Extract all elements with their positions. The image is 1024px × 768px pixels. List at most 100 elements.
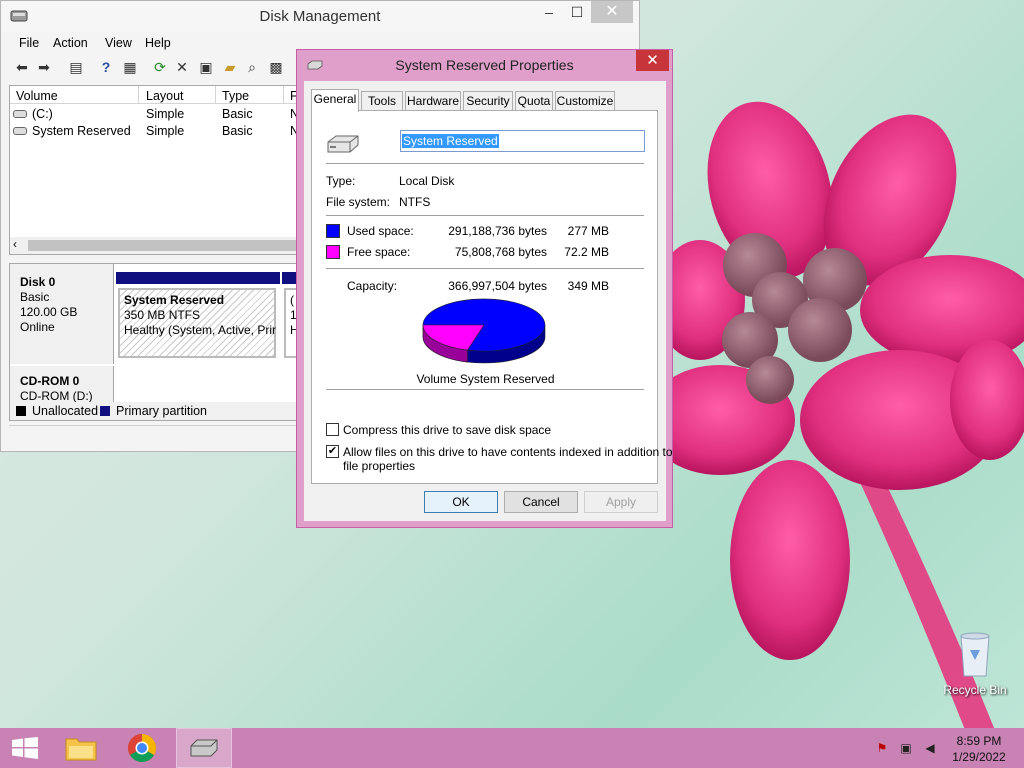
cdrom-drive: CD-ROM (D:) (20, 389, 93, 403)
cdrom0-label[interactable]: CD-ROM 0 CD-ROM (D:) (10, 366, 114, 403)
recycle-bin-icon (960, 632, 990, 677)
tab-quota[interactable]: Quota (515, 91, 553, 111)
disk-name: Disk 0 (20, 275, 56, 289)
volume-type: Basic (222, 107, 253, 121)
title-bar[interactable]: Disk Management – ☐ ✕ (1, 1, 639, 32)
partition-bar (116, 272, 280, 284)
index-checkbox[interactable]: ✔ (326, 445, 339, 458)
tab-hardware[interactable]: Hardware (405, 91, 461, 111)
partition-size: 350 MB NTFS (124, 308, 201, 322)
drive-icon (13, 110, 27, 118)
disk-management-taskbar-button[interactable] (176, 728, 232, 768)
delete-icon[interactable]: ✕ (173, 58, 191, 76)
properties-grid-icon[interactable]: ▦ (121, 58, 139, 76)
tab-security[interactable]: Security (463, 91, 513, 111)
unallocated-swatch (16, 406, 26, 416)
ok-button[interactable]: OK (424, 491, 498, 513)
legend-unallocated: Unallocated (32, 404, 99, 418)
console-tree-icon[interactable]: ▤ (67, 58, 85, 76)
dialog-body: General Tools Hardware Security Quota Cu… (304, 81, 673, 521)
menu-help[interactable]: Help (145, 36, 171, 50)
volume-name: (C:) (32, 107, 53, 121)
close-button[interactable]: ✕ (591, 1, 633, 23)
capacity-size: 349 MB (567, 279, 609, 293)
menu-action[interactable]: Action (53, 36, 88, 50)
open-folder-icon[interactable]: ▰ (221, 58, 239, 76)
close-button[interactable]: ✕ (636, 50, 669, 71)
capacity-label: Capacity: (347, 279, 398, 293)
disk-status: Online (20, 320, 55, 334)
disk-usage-pie-chart (422, 298, 546, 364)
clock[interactable]: 8:59 PM 1/29/2022 (944, 733, 1014, 765)
used-space-bytes: 291,188,736 bytes (448, 224, 547, 238)
clock-date: 1/29/2022 (952, 750, 1006, 764)
partition-name: System Reserved (124, 293, 225, 307)
cdrom-name: CD-ROM 0 (20, 374, 80, 388)
partition-health: Healthy (System, Active, Prir (124, 323, 277, 337)
divider (326, 215, 644, 216)
column-type[interactable]: Type (222, 89, 249, 103)
clock-time: 8:59 PM (956, 734, 1002, 748)
general-panel: System Reserved Type: Local Disk File sy… (311, 110, 673, 484)
cancel-button[interactable]: Cancel (504, 491, 578, 513)
volume-layout: Simple (146, 124, 185, 138)
action-center-flag-icon[interactable]: ⚑ (874, 740, 890, 756)
disk-management-icon (190, 739, 218, 757)
back-arrow-icon[interactable]: ⬅ (13, 58, 31, 76)
recycle-bin[interactable]: Recycle Bin (940, 630, 1010, 700)
partition-letter: ( (290, 293, 294, 307)
minimize-button[interactable]: – (535, 1, 563, 23)
windows-logo-icon (12, 737, 38, 759)
folder-icon (65, 738, 97, 761)
volume-muted-icon[interactable]: ◀ (922, 740, 938, 756)
tab-tools[interactable]: Tools (361, 91, 403, 111)
index-label-line1[interactable]: Allow files on this drive to have conten… (343, 445, 673, 459)
used-space-label: Used space: (347, 224, 414, 238)
start-button[interactable] (0, 728, 52, 768)
scroll-left-icon[interactable]: ‹ (13, 237, 17, 251)
apply-button[interactable]: Apply (584, 491, 658, 513)
forward-arrow-icon[interactable]: ➡ (35, 58, 53, 76)
type-label: Type: (326, 174, 356, 188)
used-space-size: 277 MB (567, 224, 609, 238)
settings-icon[interactable]: ▩ (267, 58, 285, 76)
taskbar: ⚑ ▣ ◀ 8:59 PM 1/29/2022 (0, 728, 1024, 768)
scroll-thumb[interactable] (28, 240, 298, 251)
refresh-icon[interactable]: ⟳ (151, 58, 169, 76)
menu-view[interactable]: View (105, 36, 132, 50)
tab-customize[interactable]: Customize (555, 91, 615, 111)
dialog-title: System Reserved Properties (395, 57, 574, 73)
chrome-button[interactable] (117, 728, 169, 768)
divider (326, 389, 644, 390)
pie-caption: Volume System Reserved (416, 372, 555, 386)
volume-name: System Reserved (32, 124, 131, 138)
disk0-label[interactable]: Disk 0 Basic 120.00 GB Online (10, 264, 114, 364)
volume-name-field[interactable]: System Reserved (400, 130, 645, 152)
disk-size: 120.00 GB (20, 305, 78, 319)
chrome-icon (128, 734, 156, 762)
search-icon[interactable]: ⌕ (243, 58, 261, 76)
network-icon[interactable]: ▣ (898, 740, 914, 756)
tab-general[interactable]: General (311, 89, 359, 112)
volume-layout: Simple (146, 107, 185, 121)
file-system-label: File system: (326, 195, 391, 209)
checkdisk-icon[interactable]: ▣ (197, 58, 215, 76)
help-icon[interactable]: ? (97, 58, 115, 76)
maximize-button[interactable]: ☐ (563, 1, 591, 23)
compress-checkbox[interactable] (326, 423, 339, 436)
volume-type: Basic (222, 124, 253, 138)
free-space-swatch (326, 245, 340, 259)
index-label-line2[interactable]: file properties (343, 459, 415, 473)
drive-icon (13, 127, 27, 135)
compress-label[interactable]: Compress this drive to save disk space (343, 423, 551, 437)
file-explorer-button[interactable] (56, 728, 108, 768)
type-value: Local Disk (399, 174, 455, 188)
menu-file[interactable]: File (19, 36, 39, 50)
free-space-size: 72.2 MB (564, 245, 609, 259)
capacity-bytes: 366,997,504 bytes (448, 279, 547, 293)
column-layout[interactable]: Layout (146, 89, 184, 103)
partition-system-reserved[interactable]: System Reserved 350 MB NTFS Healthy (Sys… (118, 288, 276, 358)
legend-primary: Primary partition (116, 404, 207, 418)
file-system-value: NTFS (399, 195, 431, 209)
column-volume[interactable]: Volume (16, 89, 58, 103)
